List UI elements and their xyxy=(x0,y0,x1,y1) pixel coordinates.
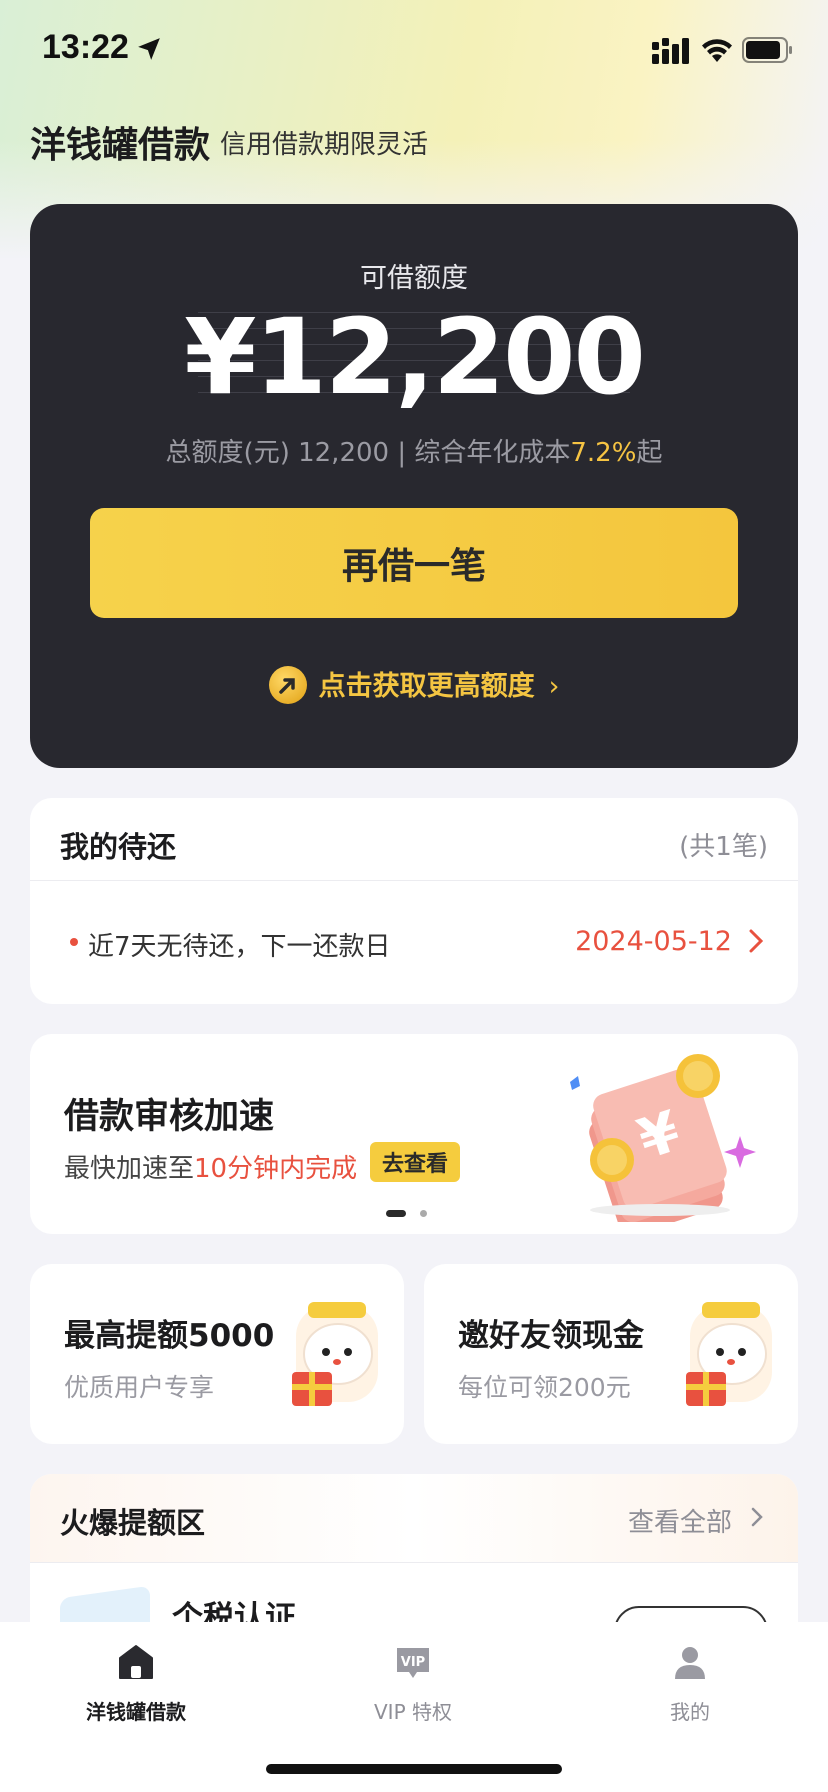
tab-label: 我的 xyxy=(670,1700,710,1724)
carousel-dot-active xyxy=(386,1210,406,1217)
chevron-right-icon: › xyxy=(548,671,560,702)
mini-card-title: 邀好友领现金 xyxy=(458,1318,644,1354)
credit-info: 总额度(元) 12,200 | 综合年化成本7.2%起 xyxy=(30,432,798,469)
battery-icon xyxy=(742,37,792,63)
tab-vip[interactable]: VIP VIP 特权 xyxy=(313,1642,513,1725)
promo-desc-prefix: 最快加速至 xyxy=(64,1154,195,1184)
pending-count: (共1笔) xyxy=(679,832,768,862)
view-all-link[interactable]: 查看全部 xyxy=(628,1502,732,1539)
wifi-icon xyxy=(702,39,732,62)
next-repayment-date: 2024-05-12 xyxy=(575,926,732,957)
tab-loan[interactable]: 洋钱罐借款 xyxy=(36,1642,236,1725)
chevron-right-icon xyxy=(751,1507,763,1527)
divider xyxy=(30,880,798,881)
status-bar: 13:22 xyxy=(0,0,828,100)
mini-card-subtitle: 每位可领200元 xyxy=(458,1373,631,1402)
chevron-right-icon xyxy=(749,929,764,953)
carousel-dot xyxy=(420,1210,427,1217)
credit-card: 可借额度 ¥12,200 总额度(元) 12,200 | 综合年化成本7.2%起… xyxy=(30,204,798,768)
promo-desc-highlight: 10分钟内完成 xyxy=(194,1154,358,1184)
mascot-gift-icon xyxy=(292,1302,378,1406)
home-icon xyxy=(119,1645,153,1679)
credit-rate: 7.2% xyxy=(570,438,637,468)
arrow-coin-icon xyxy=(268,665,307,704)
app-title: 洋钱罐借款 xyxy=(30,125,211,166)
view-promo-button[interactable]: 去查看 xyxy=(370,1142,460,1182)
promo-description: 最快加速至10分钟内完成 xyxy=(64,1148,357,1185)
pending-title: 我的待还 xyxy=(60,830,177,864)
boost-limit-link[interactable]: 点击获取更高额度 › xyxy=(30,664,798,707)
mini-card-title: 最高提额5000 xyxy=(64,1318,275,1354)
credit-info-prefix: 总额度(元) 12,200 | 综合年化成本 xyxy=(165,438,571,468)
home-indicator xyxy=(266,1764,562,1774)
money-stack-illustration-icon: ¥ xyxy=(570,1054,756,1222)
app-subtitle: 信用借款期限灵活 xyxy=(220,130,429,160)
status-time: 13:22 xyxy=(42,28,129,66)
divider xyxy=(30,1562,798,1563)
credit-amount: ¥12,200 xyxy=(184,296,646,418)
hot-zone-title: 火爆提额区 xyxy=(60,1506,206,1540)
location-arrow-icon xyxy=(138,38,160,60)
profile-icon xyxy=(675,1647,705,1679)
tab-label: 洋钱罐借款 xyxy=(86,1700,186,1724)
mini-card-subtitle: 优质用户专享 xyxy=(64,1373,215,1402)
boost-link-label: 点击获取更高额度 xyxy=(318,671,535,702)
pending-repayment-card[interactable]: 我的待还 (共1笔) 近7天无待还，下一还款日 2024-05-12 xyxy=(30,798,798,1004)
pending-text: 近7天无待还，下一还款日 xyxy=(88,932,391,962)
credit-label: 可借额度 xyxy=(360,263,468,294)
promo-banner[interactable]: 借款审核加速 最快加速至10分钟内完成 去查看 ¥ xyxy=(30,1034,798,1234)
credit-info-suffix: 起 xyxy=(636,438,663,468)
promo-title: 借款审核加速 xyxy=(64,1097,275,1137)
cellular-signal-icon xyxy=(652,38,689,64)
tab-profile[interactable]: 我的 xyxy=(590,1642,790,1725)
bullet-dot-icon xyxy=(70,938,78,946)
borrow-again-button[interactable]: 再借一笔 xyxy=(90,508,738,618)
svg-text:VIP: VIP xyxy=(401,1655,425,1670)
invite-friends-card[interactable]: 邀好友领现金 每位可领200元 xyxy=(424,1264,798,1444)
tab-label: VIP 特权 xyxy=(374,1700,452,1724)
max-limit-card[interactable]: 最高提额5000 优质用户专享 xyxy=(30,1264,404,1444)
vip-icon: VIP xyxy=(397,1648,429,1678)
mascot-gift-icon xyxy=(686,1302,772,1406)
